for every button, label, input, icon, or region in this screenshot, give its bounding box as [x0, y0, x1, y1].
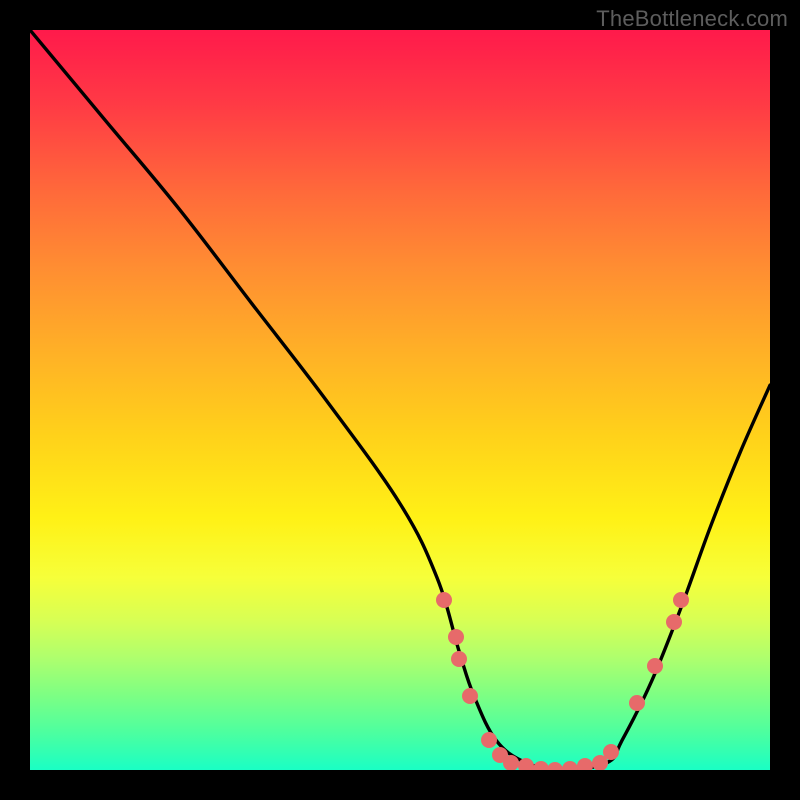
- plot-area: [30, 30, 770, 770]
- watermark-text: TheBottleneck.com: [596, 6, 788, 32]
- data-point: [533, 761, 549, 770]
- data-point: [577, 758, 593, 770]
- data-point: [603, 744, 619, 760]
- data-point: [503, 755, 519, 770]
- data-point: [666, 614, 682, 630]
- data-point: [673, 592, 689, 608]
- data-point: [448, 629, 464, 645]
- data-point: [518, 758, 534, 770]
- chart-frame: TheBottleneck.com: [0, 0, 800, 800]
